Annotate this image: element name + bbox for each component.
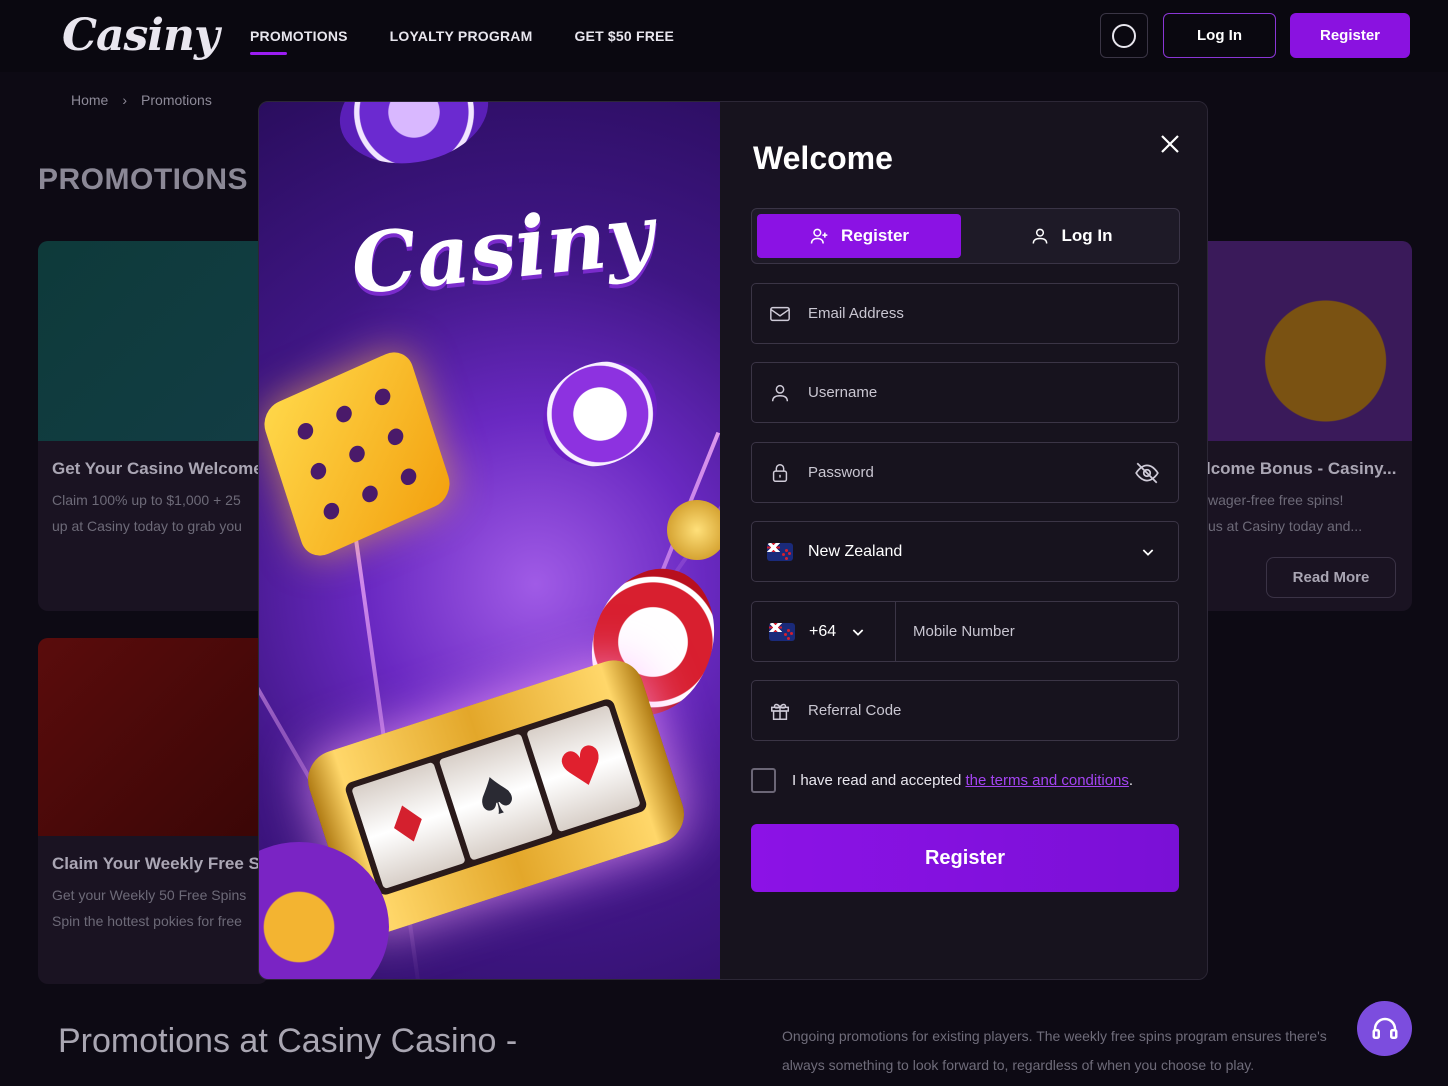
add-user-icon	[810, 228, 828, 244]
promo-card[interactable]: Claim Your Weekly Free Sp Get your Weekl…	[38, 638, 268, 984]
password-field	[751, 442, 1179, 503]
register-form: Welcome Register Log In Email Address Us…	[720, 102, 1207, 979]
breadcrumb: Home › Promotions	[71, 92, 212, 108]
terms-prefix: I have read and accepted	[792, 772, 966, 789]
terms-row: I have read and accepted the terms and c…	[751, 768, 1133, 793]
casiny-logo[interactable]: Casiny	[62, 10, 220, 61]
tab-login[interactable]: Log In	[968, 214, 1174, 258]
phone-code-value: +64	[809, 622, 837, 640]
promo-card-text: up at Casiny today to grab you	[52, 518, 242, 534]
dice-image	[259, 345, 456, 563]
email-input[interactable]	[808, 305, 1178, 322]
promo-card-title: Claim Your Weekly Free Sp	[52, 854, 268, 873]
chevron-down-icon	[852, 628, 864, 636]
promo-card-text: Claim 100% up to $1,000 + 25	[52, 492, 241, 508]
username-field	[751, 362, 1179, 423]
modal-title: Welcome	[753, 140, 893, 176]
lock-icon	[772, 463, 788, 482]
password-input[interactable]	[808, 464, 1134, 481]
terms-suffix: .	[1128, 772, 1134, 789]
nav-get-50-free[interactable]: GET $50 FREE	[574, 28, 674, 44]
casino-chip-image	[330, 102, 498, 177]
breadcrumb-home[interactable]: Home	[71, 92, 108, 108]
email-field	[751, 283, 1179, 344]
main-nav: PROMOTIONS LOYALTY PROGRAM GET $50 FREE	[250, 28, 674, 55]
support-chat-button[interactable]	[1357, 1001, 1412, 1056]
promo-artwork: Casiny ♦ ♠ ♥	[259, 102, 720, 979]
referral-field	[751, 680, 1179, 741]
register-submit-button[interactable]: Register	[751, 824, 1179, 892]
chevron-down-icon	[1142, 548, 1154, 556]
top-navbar: Casiny PROMOTIONS LOYALTY PROGRAM GET $5…	[0, 0, 1448, 72]
casino-chip-image	[523, 341, 677, 487]
terms-text: I have read and accepted the terms and c…	[792, 772, 1133, 789]
headset-icon	[1372, 1017, 1397, 1039]
promo-card-image	[1196, 241, 1412, 441]
promo-card[interactable]: lcome Bonus - Casiny... wager-free free …	[1196, 241, 1412, 611]
header-register-button[interactable]: Register	[1290, 13, 1410, 58]
country-value: New Zealand	[808, 542, 903, 560]
nz-flag-icon	[769, 622, 795, 641]
nav-promotions[interactable]: PROMOTIONS	[250, 28, 348, 55]
section-text: Ongoing promotions for existing players.…	[782, 1028, 1327, 1073]
user-icon	[771, 384, 789, 401]
tab-register[interactable]: Register	[757, 214, 961, 258]
mobile-field: +64	[751, 601, 1179, 662]
referral-input[interactable]	[808, 702, 1178, 719]
nz-flag-icon	[767, 542, 793, 561]
promo-card[interactable]: Get Your Casino Welcome Claim 100% up to…	[38, 241, 268, 611]
eye-off-icon[interactable]	[1134, 460, 1160, 486]
read-more-button[interactable]: Read More	[1266, 557, 1396, 598]
country-select[interactable]: New Zealand	[751, 521, 1179, 582]
terms-link[interactable]: the terms and conditions	[965, 772, 1128, 789]
nav-loyalty-program[interactable]: LOYALTY PROGRAM	[390, 28, 533, 44]
casiny-art-logo: Casiny	[346, 186, 659, 314]
promo-card-text: Get your Weekly 50 Free Spins	[52, 887, 247, 903]
search-icon	[1112, 23, 1136, 48]
chevron-right-icon: ›	[122, 92, 128, 108]
promo-card-title: lcome Bonus - Casiny...	[1206, 459, 1397, 478]
close-icon[interactable]	[1158, 132, 1182, 156]
search-button[interactable]	[1100, 13, 1148, 58]
gift-icon	[771, 703, 789, 720]
promo-card-text: wager-free free spins!	[1208, 492, 1344, 508]
section-title: Promotions at Casiny Casino -	[58, 1022, 518, 1060]
promo-card-image	[38, 638, 268, 836]
breadcrumb-current: Promotions	[141, 92, 212, 108]
terms-checkbox[interactable]	[751, 768, 776, 793]
auth-tabs: Register Log In	[751, 208, 1180, 264]
tab-register-label: Register	[840, 226, 910, 245]
mail-icon	[770, 306, 790, 321]
username-input[interactable]	[808, 384, 1178, 401]
register-modal: Casiny ♦ ♠ ♥ Welcome Register Log In Ema…	[258, 101, 1208, 980]
promo-card-image	[38, 241, 268, 441]
page-title: PROMOTIONS	[38, 163, 249, 196]
promo-card-title: Get Your Casino Welcome	[52, 459, 263, 478]
phone-code-select[interactable]: +64	[752, 602, 896, 661]
mobile-input[interactable]	[896, 623, 1178, 640]
promo-card-text: us at Casiny today and...	[1208, 518, 1363, 534]
promo-card-text: Spin the hottest pokies for free	[52, 913, 242, 929]
tab-login-label: Log In	[1061, 226, 1113, 245]
coin-image	[667, 500, 720, 560]
user-icon	[1032, 228, 1047, 244]
header-login-button[interactable]: Log In	[1163, 13, 1276, 58]
